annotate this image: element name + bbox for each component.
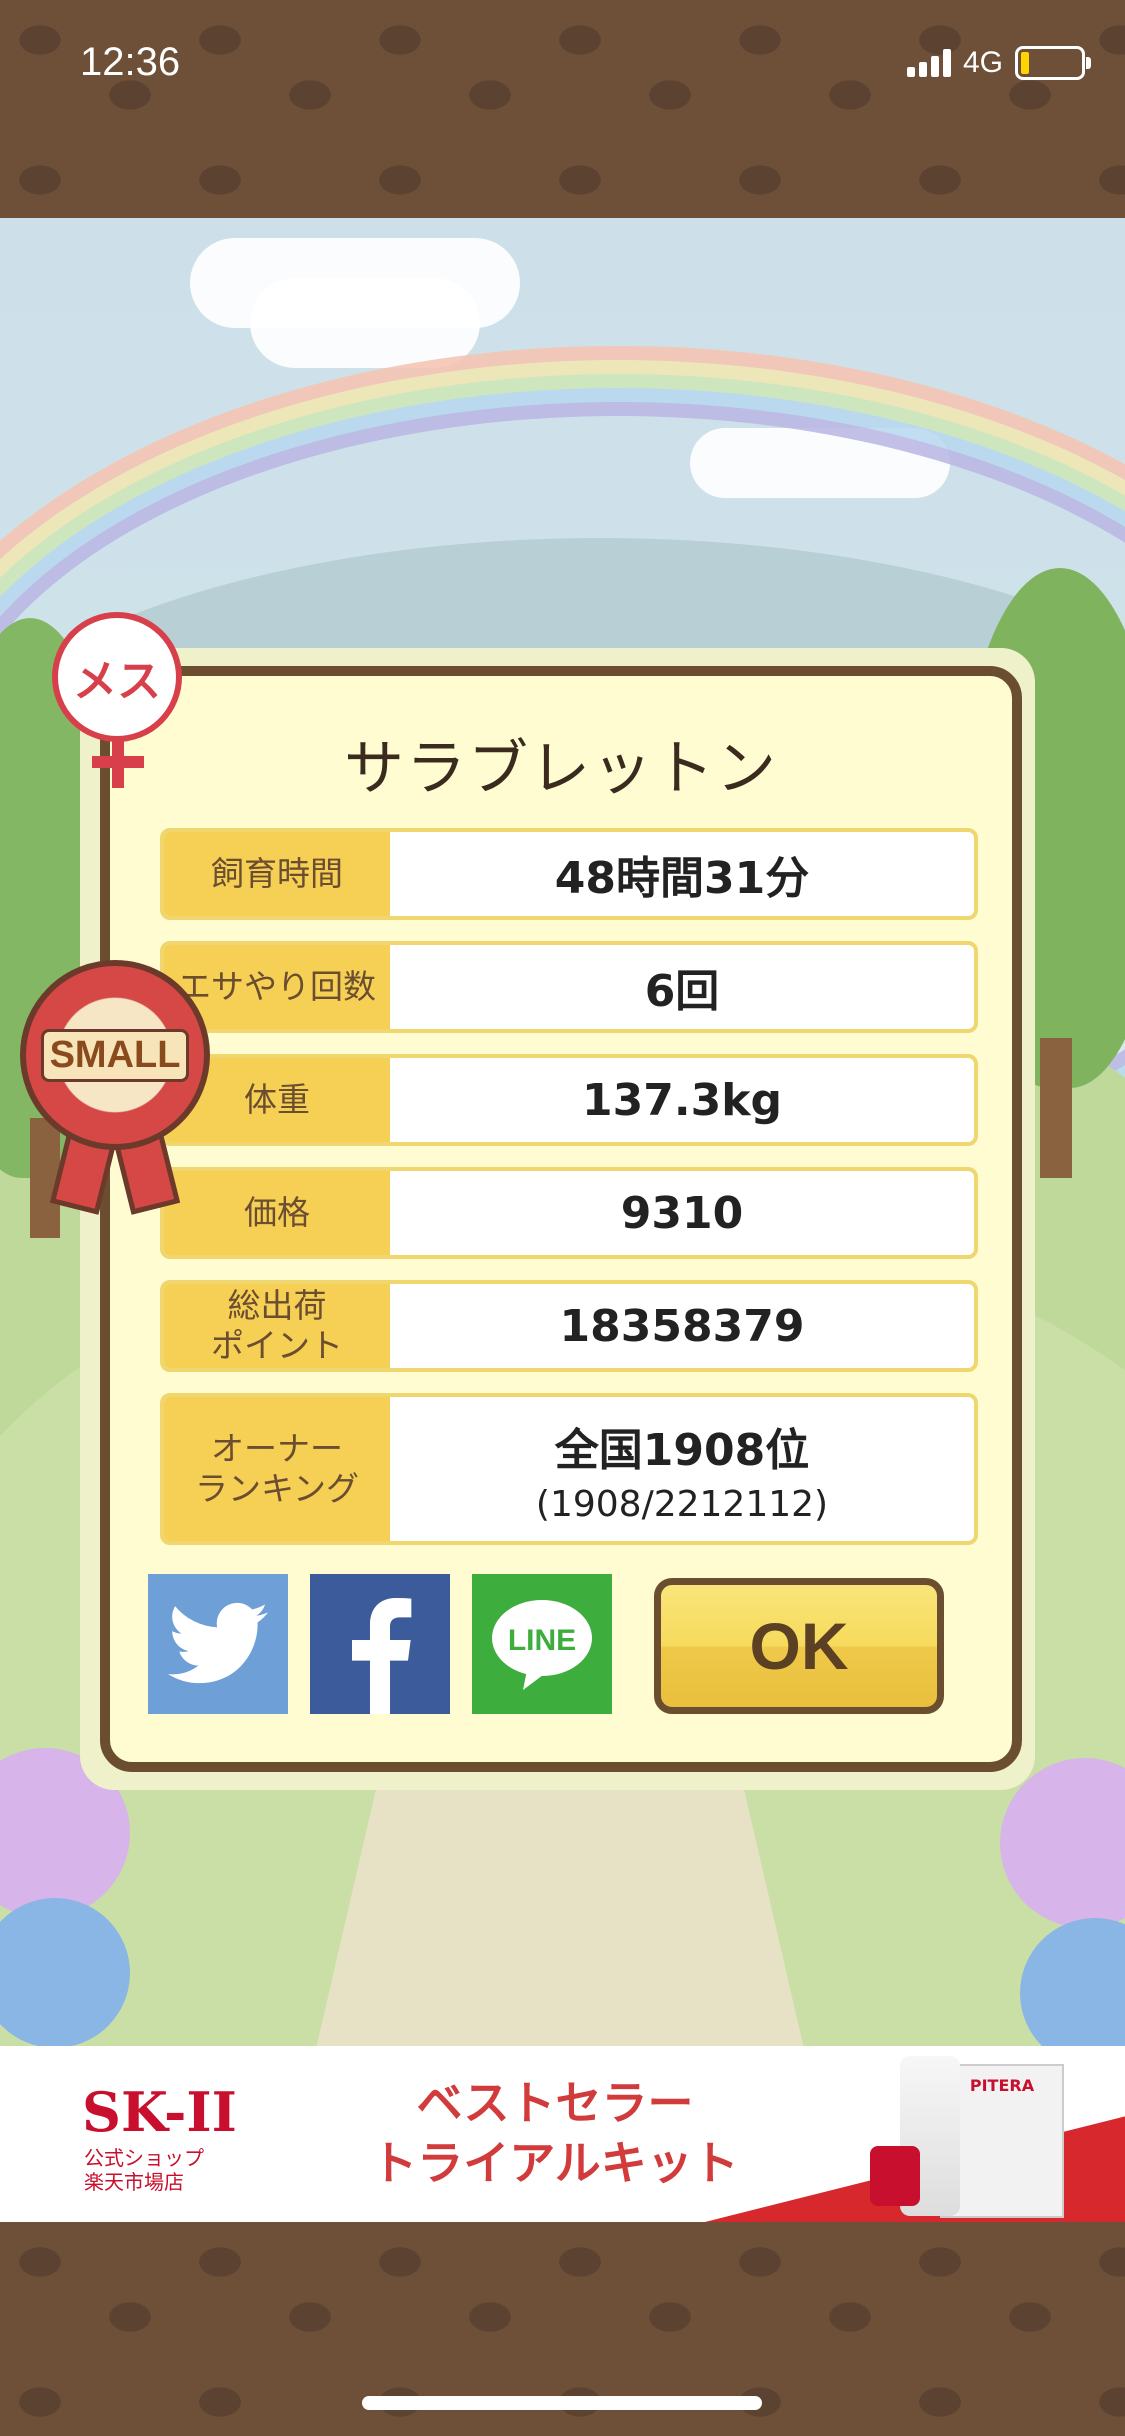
signal-icon <box>906 49 951 77</box>
stat-row-feed-count: エサやり回数 6回 <box>160 941 978 1033</box>
ad-shop-label: 公式ショップ 楽天市場店 <box>84 2146 204 2194</box>
stat-value: 6回 <box>644 966 720 1017</box>
female-symbol-bar <box>92 756 144 768</box>
stat-label: オーナー ランキング <box>164 1397 390 1541</box>
facebook-icon <box>352 1597 412 1714</box>
size-rosette-icon: SMALL <box>20 960 210 1150</box>
stat-value: 全国1908位 (1908/2212112) <box>390 1397 974 1541</box>
stat-label: 飼育時間 <box>164 832 390 916</box>
twitter-icon <box>168 1602 268 1684</box>
line-icon: LINE <box>492 1600 592 1690</box>
ad-product-label: PITERA <box>969 2076 1035 2095</box>
stat-value: 137.3kg <box>582 1074 782 1126</box>
line-icon-label: LINE <box>508 1624 576 1657</box>
ad-banner[interactable]: SK-II 公式ショップ 楽天市場店 ベストセラー トライアルキット PITER… <box>0 2046 1125 2222</box>
pig-name-title: サラブレットン <box>344 734 778 804</box>
female-badge-icon: メス <box>52 612 182 742</box>
stat-value: 18358379 <box>559 1300 805 1352</box>
stat-label-text: オーナー ランキング <box>194 1429 359 1508</box>
stat-row-breeding-time: 飼育時間 48時間31分 <box>160 828 978 920</box>
stat-value: 9310 <box>620 1187 744 1239</box>
ad-copy-line-2: トライアルキット <box>371 2135 739 2190</box>
stat-row-owner-ranking: オーナー ランキング 全国1908位 (1908/2212112) <box>160 1393 978 1545</box>
status-indicators: 4G <box>906 46 1091 80</box>
stat-row-weight: 体重 137.3kg <box>160 1054 978 1146</box>
stat-row-price: 価格 9310 <box>160 1167 978 1259</box>
result-dialog: サラブレットン 飼育時間 48時間31分 エサやり回数 6回 体重 137.3k… <box>100 666 1022 1772</box>
ad-brand-logo: SK-II <box>82 2080 237 2144</box>
ad-copy: ベストセラー トライアルキット <box>355 2074 755 2194</box>
line-share-button[interactable]: LINE <box>472 1574 612 1714</box>
stat-value: 48時間31分 <box>554 853 810 904</box>
status-time: 12:36 <box>80 40 181 84</box>
stat-row-shipping-points: 総出荷 ポイント 18358379 <box>160 1280 978 1372</box>
ok-button[interactable]: OK <box>654 1578 944 1714</box>
size-label: SMALL <box>40 1028 190 1082</box>
ranking-detail: (1908/2212112) <box>535 1483 829 1525</box>
status-bar: 12:36 4G <box>0 0 1125 218</box>
stat-label: 価格 <box>164 1171 390 1255</box>
gender-badge-text: メス <box>73 656 161 707</box>
home-indicator[interactable] <box>362 2396 762 2410</box>
stat-label: 総出荷 ポイント <box>164 1284 390 1368</box>
ad-copy-line-1: ベストセラー <box>416 2076 694 2130</box>
ranking-value: 全国1908位 <box>554 1424 810 1476</box>
battery-icon <box>1015 46 1091 80</box>
ad-product-jar-image <box>870 2146 920 2206</box>
stat-label-text: 総出荷 ポイント <box>211 1286 343 1365</box>
facebook-share-button[interactable] <box>310 1574 450 1714</box>
network-label: 4G <box>962 46 1003 79</box>
twitter-share-button[interactable] <box>148 1574 288 1714</box>
